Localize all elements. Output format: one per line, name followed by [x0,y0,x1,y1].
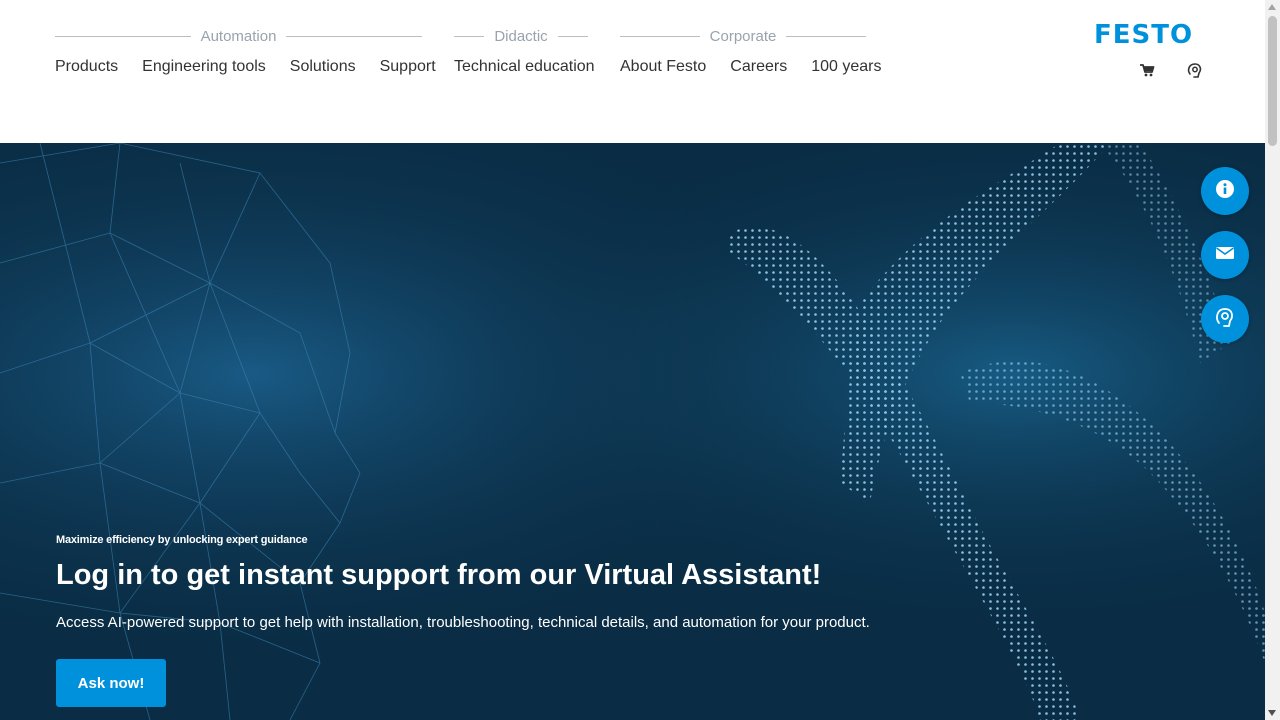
ask-now-button[interactable]: Ask now! [56,659,166,707]
divider [786,35,867,37]
festo-logo[interactable]: FESTO [1094,20,1193,50]
hero-title: Log in to get instant support from our V… [56,559,822,591]
nav-link-solutions[interactable]: Solutions [290,58,356,76]
nav-link-careers[interactable]: Careers [730,58,787,76]
nav-group-title: Automation [200,27,277,45]
divider [620,35,700,37]
site-header: Automation Products Engineering tools So… [0,0,1265,143]
assistant-icon [1213,305,1237,334]
nav-group-automation: Automation Products Engineering tools So… [55,26,436,76]
nav-link-about-festo[interactable]: About Festo [620,58,706,76]
divider [557,35,589,37]
nav-link-support[interactable]: Support [380,58,436,76]
divider [55,35,191,37]
scroll-thumb[interactable] [1268,16,1277,146]
virtual-assistant-button[interactable] [1201,295,1249,343]
info-icon [1215,179,1235,204]
nav-link-100-years[interactable]: 100 years [811,58,881,76]
hero-background-image [0,143,1265,720]
nav-group-didactic: Didactic Technical education [454,26,595,76]
nav-group-corporate: Corporate About Festo Careers 100 years [620,26,881,76]
nav-link-products[interactable]: Products [55,58,118,76]
hero-eyebrow: Maximize efficiency by unlocking expert … [56,534,308,546]
nav-group-title: Didactic [494,27,548,45]
mail-icon [1215,245,1235,266]
divider [454,35,485,37]
contact-button[interactable] [1201,231,1249,279]
cart-icon[interactable] [1138,61,1156,79]
hero-description: Access AI-powered support to get help wi… [56,614,870,631]
hero-banner: Maximize efficiency by unlocking expert … [0,143,1265,720]
nav-link-engineering-tools[interactable]: Engineering tools [142,58,266,76]
scroll-down-arrow-icon[interactable] [1268,710,1276,716]
divider [286,35,423,37]
scroll-up-arrow-icon[interactable] [1268,4,1276,10]
info-button[interactable] [1201,167,1249,215]
assistant-icon[interactable] [1186,61,1204,79]
nav-link-technical-education[interactable]: Technical education [454,58,595,76]
nav-group-title: Corporate [709,27,777,45]
page-scrollbar[interactable] [1265,0,1280,720]
